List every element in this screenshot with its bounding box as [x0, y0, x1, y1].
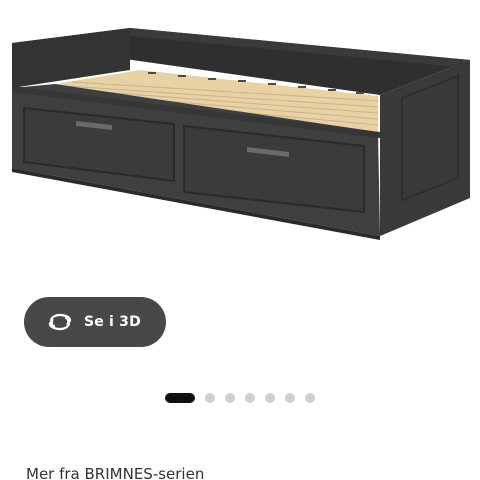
carousel-dot-1[interactable]: [165, 393, 195, 403]
view-in-3d-label: Se i 3D: [84, 314, 141, 330]
rotate-3d-icon: [46, 311, 74, 333]
product-page: Se i 3D Mer fra BRIMNES-serien: [0, 0, 480, 480]
carousel-dot-5[interactable]: [265, 393, 275, 403]
carousel-dot-7[interactable]: [305, 393, 315, 403]
daybed-illustration: [12, 28, 470, 240]
series-heading-link[interactable]: Mer fra BRIMNES-serien: [26, 465, 204, 480]
carousel-dot-4[interactable]: [245, 393, 255, 403]
view-in-3d-button[interactable]: Se i 3D: [24, 297, 166, 347]
product-image[interactable]: [0, 0, 480, 270]
carousel-dot-6[interactable]: [285, 393, 295, 403]
carousel-dot-2[interactable]: [205, 393, 215, 403]
image-carousel-indicator: [0, 391, 480, 405]
carousel-dot-3[interactable]: [225, 393, 235, 403]
